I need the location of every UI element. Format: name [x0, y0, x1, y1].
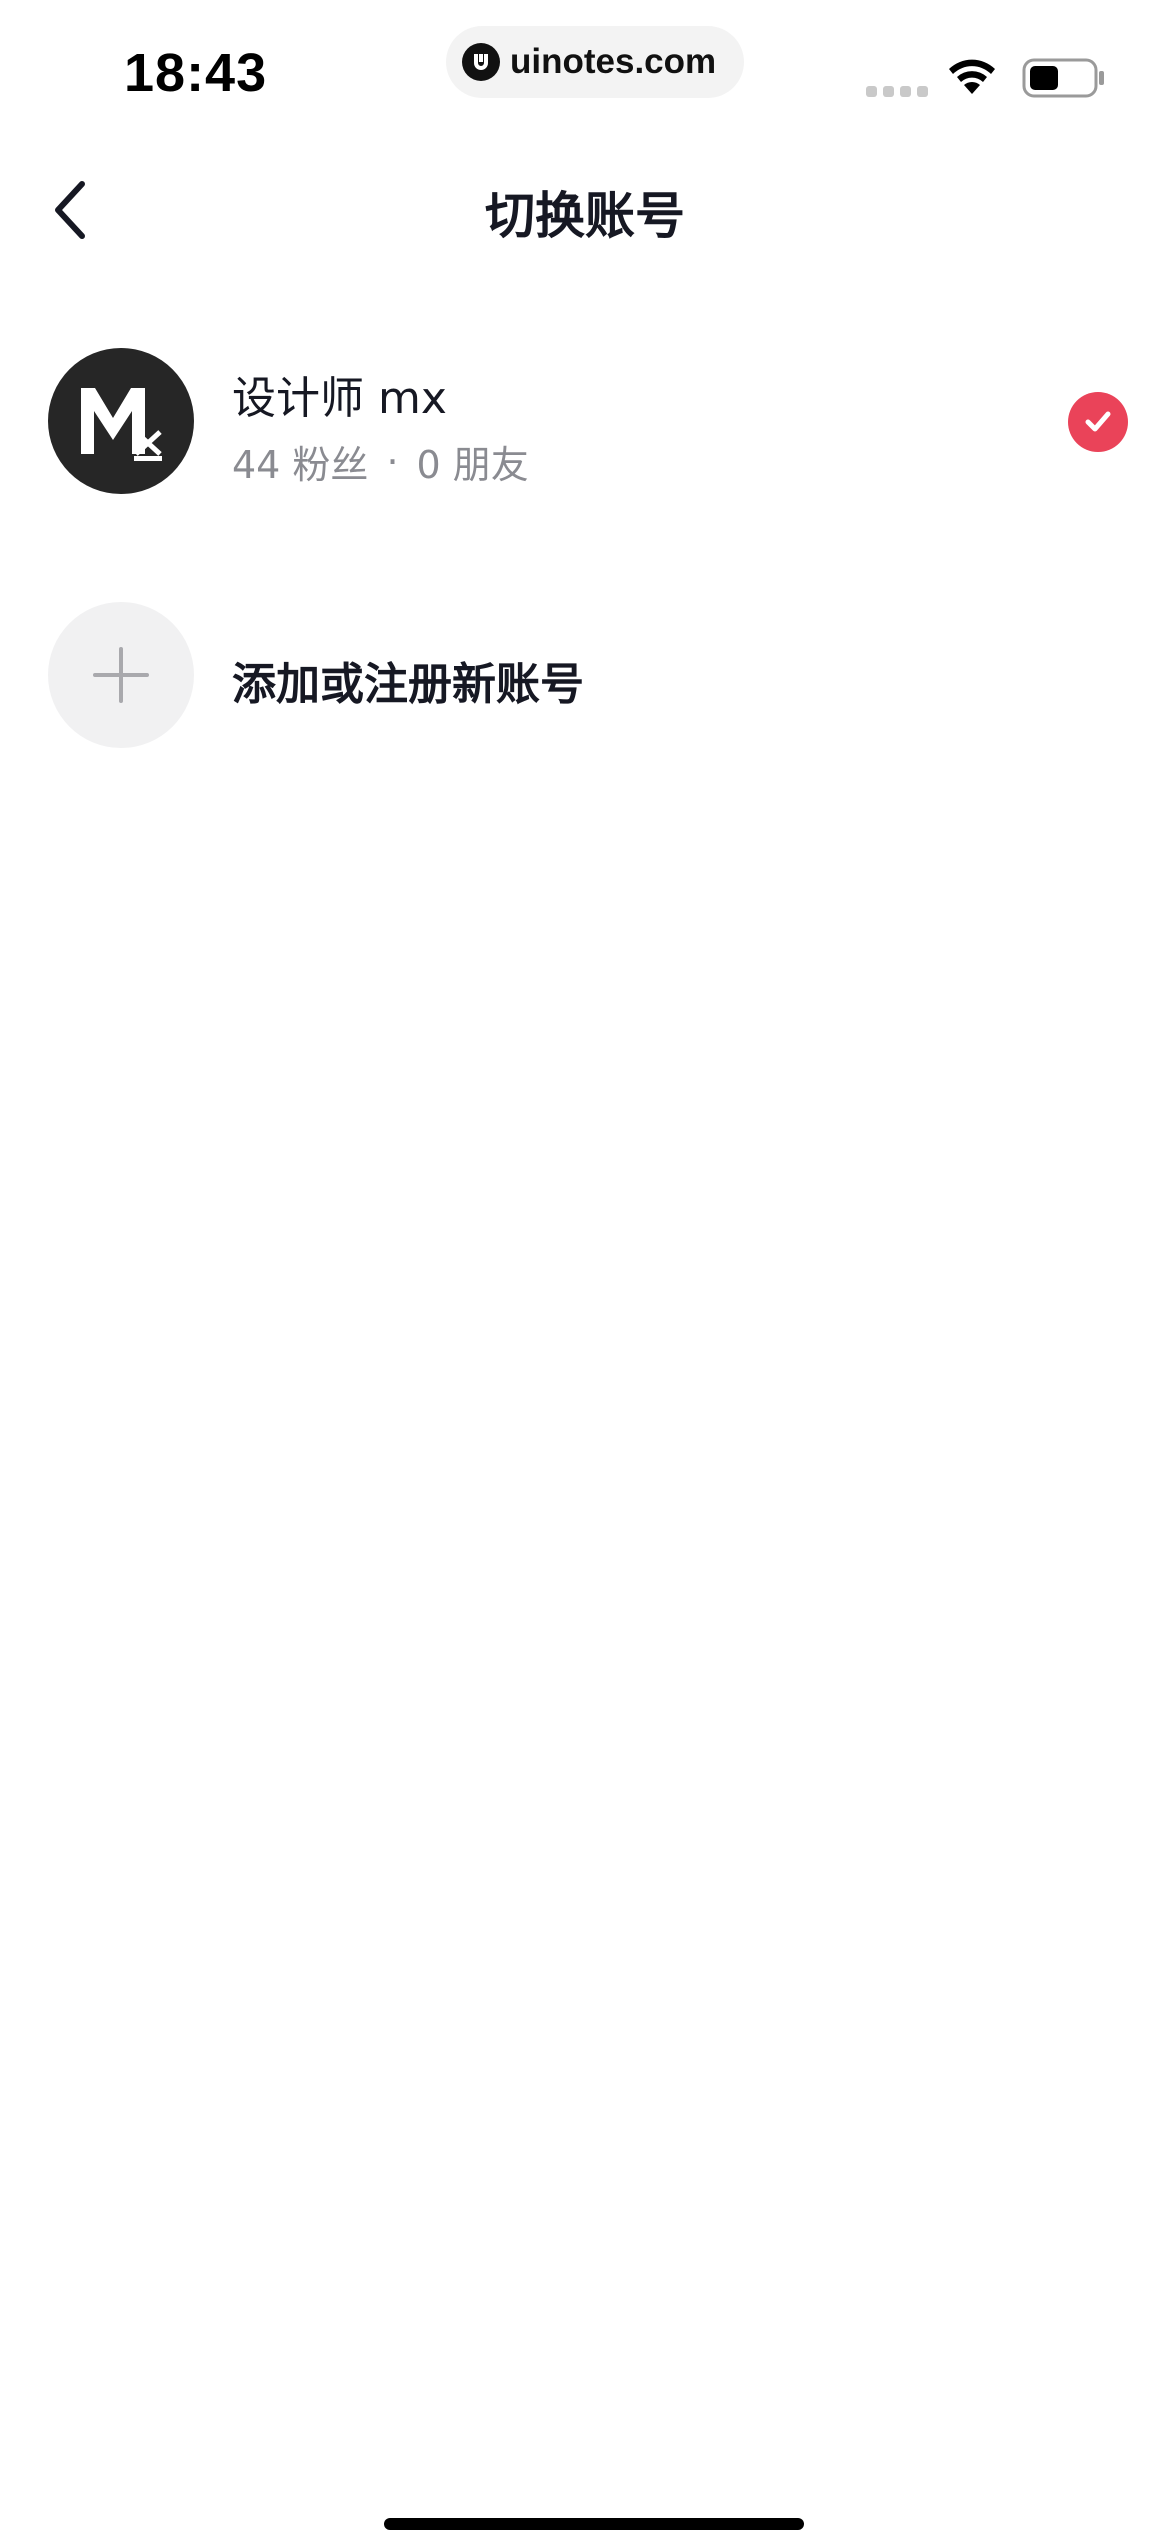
stats-separator: ·	[386, 439, 399, 484]
status-time: 18:43	[124, 43, 268, 103]
url-pill[interactable]: uinotes.com	[446, 26, 744, 98]
wifi-icon	[946, 58, 998, 100]
battery-icon	[1022, 58, 1106, 102]
page-title: 切换账号	[485, 187, 685, 245]
avatar	[48, 348, 194, 494]
friends-count: 0 朋友	[416, 443, 529, 487]
url-text: uinotes.com	[510, 42, 717, 81]
add-account-button[interactable]: 添加或注册新账号	[0, 602, 1170, 752]
add-account-circle	[48, 602, 194, 748]
account-name: 设计师 mx	[232, 373, 447, 424]
account-row-current[interactable]: 设计师 mx 44 粉丝 · 0 朋友	[0, 346, 1170, 496]
site-logo-icon	[462, 43, 500, 81]
followers-count: 44 粉丝	[232, 443, 369, 487]
home-indicator	[384, 2518, 804, 2530]
plus-icon	[93, 647, 149, 703]
account-stats: 44 粉丝 · 0 朋友	[232, 434, 529, 489]
signal-icon	[866, 86, 928, 97]
add-account-label: 添加或注册新账号	[232, 659, 584, 710]
selected-check-icon	[1068, 392, 1128, 452]
